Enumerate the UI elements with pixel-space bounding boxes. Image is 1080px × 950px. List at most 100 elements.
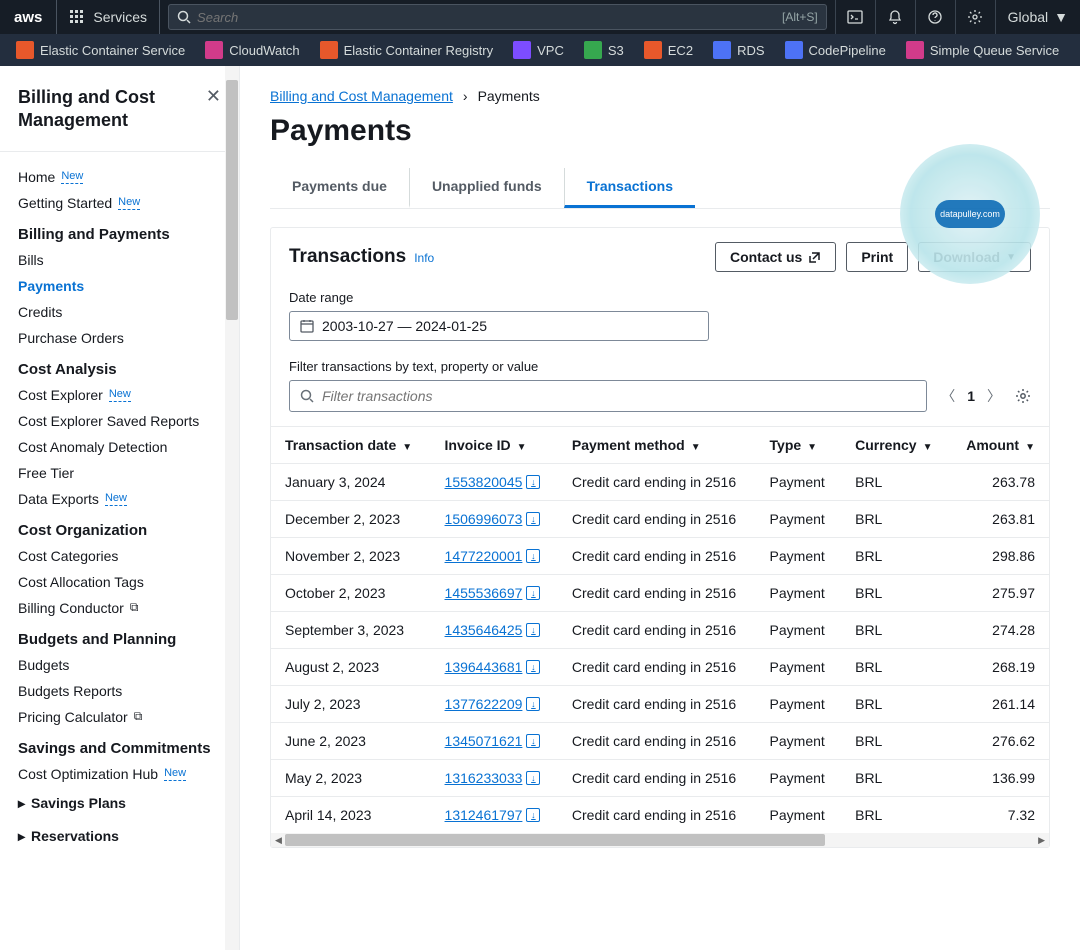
services-menu[interactable]: Services bbox=[57, 0, 160, 34]
sidebar-item[interactable]: Budgets bbox=[0, 652, 239, 678]
column-header[interactable]: Transaction date▼ bbox=[271, 427, 431, 464]
cell-type: Payment bbox=[756, 464, 842, 501]
favorite-service[interactable]: EC2 bbox=[634, 34, 703, 66]
settings-icon[interactable] bbox=[955, 0, 995, 34]
sidebar-item[interactable]: Billing Conductor ⧉ bbox=[0, 595, 239, 621]
sidebar-item[interactable]: Home New bbox=[0, 164, 239, 190]
scrollbar[interactable] bbox=[225, 66, 239, 950]
favorite-service[interactable]: VPC bbox=[503, 34, 574, 66]
sidebar-item[interactable]: Cost Allocation Tags bbox=[0, 569, 239, 595]
download-icon: ↓ bbox=[526, 808, 540, 822]
global-search[interactable]: [Alt+S] bbox=[168, 4, 827, 30]
tab[interactable]: Unapplied funds bbox=[409, 168, 564, 208]
sidebar-item[interactable]: Getting Started New bbox=[0, 190, 239, 216]
invoice-link[interactable]: 1506996073 ↓ bbox=[445, 511, 541, 527]
info-link[interactable]: Info bbox=[414, 251, 434, 265]
invoice-link[interactable]: 1435646425 ↓ bbox=[445, 622, 541, 638]
service-label: CodePipeline bbox=[809, 43, 886, 58]
cell-invoice: 1316233033 ↓ bbox=[431, 760, 558, 797]
sidebar-item[interactable]: Cost Explorer Saved Reports bbox=[0, 408, 239, 434]
sidebar-item[interactable]: Cost Optimization Hub New bbox=[0, 761, 239, 787]
tab[interactable]: Payments due bbox=[270, 168, 409, 208]
invoice-link[interactable]: 1345071621 ↓ bbox=[445, 733, 541, 749]
table-row: May 2, 2023 1316233033 ↓ Credit card end… bbox=[271, 760, 1049, 797]
column-header[interactable]: Payment method▼ bbox=[558, 427, 756, 464]
service-icon bbox=[320, 41, 338, 59]
favorite-service[interactable]: Elastic Container Service bbox=[6, 34, 195, 66]
prev-page-icon[interactable]: 〈 bbox=[941, 386, 955, 406]
service-label: RDS bbox=[737, 43, 764, 58]
favorite-service[interactable]: Elastic Container Registry bbox=[310, 34, 504, 66]
tab-bar: Payments dueUnapplied fundsTransactions bbox=[270, 168, 1050, 209]
sidebar-item[interactable]: Credits bbox=[0, 299, 239, 325]
next-page-icon[interactable]: 〉 bbox=[987, 386, 1001, 406]
column-header[interactable]: Type▼ bbox=[756, 427, 842, 464]
region-selector[interactable]: Global ▼ bbox=[995, 0, 1080, 34]
column-header[interactable]: Currency▼ bbox=[841, 427, 949, 464]
sidebar-item[interactable]: Payments bbox=[0, 273, 239, 299]
cell-type: Payment bbox=[756, 649, 842, 686]
aws-logo[interactable]: aws bbox=[0, 0, 57, 34]
invoice-link[interactable]: 1377622209 ↓ bbox=[445, 696, 541, 712]
sidebar-item-label: Budgets bbox=[18, 657, 69, 673]
sidebar-item[interactable]: Pricing Calculator ⧉ bbox=[0, 704, 239, 730]
invoice-link[interactable]: 1312461797 ↓ bbox=[445, 807, 541, 823]
print-button[interactable]: Print bbox=[846, 242, 908, 272]
sidebar-item[interactable]: Budgets Reports bbox=[0, 678, 239, 704]
sidebar-item-label: Budgets Reports bbox=[18, 683, 122, 699]
service-label: VPC bbox=[537, 43, 564, 58]
sidebar-item-label: Purchase Orders bbox=[18, 330, 124, 346]
date-range-input[interactable]: 2003-10-27 — 2024-01-25 bbox=[289, 311, 709, 341]
sidebar-item-label: Data Exports bbox=[18, 491, 99, 507]
contact-us-button[interactable]: Contact us bbox=[715, 242, 836, 272]
sidebar-expandable[interactable]: ▸Savings Plans bbox=[0, 787, 239, 820]
invoice-link[interactable]: 1316233033 ↓ bbox=[445, 770, 541, 786]
invoice-link[interactable]: 1477220001 ↓ bbox=[445, 548, 541, 564]
search-input[interactable] bbox=[191, 10, 782, 25]
tab[interactable]: Transactions bbox=[564, 168, 695, 208]
table-row: April 14, 2023 1312461797 ↓ Credit card … bbox=[271, 797, 1049, 834]
favorite-service[interactable]: CodePipeline bbox=[775, 34, 896, 66]
filter-input-wrapper[interactable] bbox=[289, 380, 927, 412]
sidebar-item-label: Cost Explorer Saved Reports bbox=[18, 413, 199, 429]
notifications-icon[interactable] bbox=[875, 0, 915, 34]
sidebar-item[interactable]: Free Tier bbox=[0, 460, 239, 486]
sidebar-item[interactable]: Cost Explorer New bbox=[0, 382, 239, 408]
cell-amount: 263.78 bbox=[949, 464, 1049, 501]
favorite-service[interactable]: S3 bbox=[574, 34, 634, 66]
search-icon bbox=[300, 389, 314, 403]
table-settings-icon[interactable] bbox=[1015, 388, 1031, 404]
download-icon: ↓ bbox=[526, 512, 540, 526]
sidebar-item[interactable]: Purchase Orders bbox=[0, 325, 239, 351]
caret-right-icon: ▸ bbox=[18, 795, 25, 812]
cell-method: Credit card ending in 2516 bbox=[558, 686, 756, 723]
sidebar-expandable[interactable]: ▸Reservations bbox=[0, 820, 239, 853]
invoice-link[interactable]: 1455536697 ↓ bbox=[445, 585, 541, 601]
cell-type: Payment bbox=[756, 760, 842, 797]
sidebar-item[interactable]: Data Exports New bbox=[0, 486, 239, 512]
favorite-service[interactable]: CloudWatch bbox=[195, 34, 309, 66]
cell-currency: BRL bbox=[841, 760, 949, 797]
sidebar-item[interactable]: Bills bbox=[0, 247, 239, 273]
download-button[interactable]: Download ▼ bbox=[918, 242, 1031, 272]
column-header[interactable]: Invoice ID▼ bbox=[431, 427, 558, 464]
page-title: Payments bbox=[240, 108, 1080, 168]
breadcrumb-current: Payments bbox=[478, 88, 540, 104]
sidebar-item[interactable]: Cost Anomaly Detection bbox=[0, 434, 239, 460]
service-icon bbox=[785, 41, 803, 59]
table-row: June 2, 2023 1345071621 ↓ Credit card en… bbox=[271, 723, 1049, 760]
cell-type: Payment bbox=[756, 538, 842, 575]
invoice-link[interactable]: 1396443681 ↓ bbox=[445, 659, 541, 675]
invoice-link[interactable]: 1553820045 ↓ bbox=[445, 474, 541, 490]
help-icon[interactable] bbox=[915, 0, 955, 34]
breadcrumb-root[interactable]: Billing and Cost Management bbox=[270, 88, 453, 104]
filter-input[interactable] bbox=[322, 388, 916, 404]
horizontal-scrollbar[interactable]: ◀▶ bbox=[271, 833, 1049, 847]
favorite-service[interactable]: Simple Queue Service bbox=[896, 34, 1069, 66]
sidebar-item[interactable]: Cost Categories bbox=[0, 543, 239, 569]
cloudshell-icon[interactable] bbox=[835, 0, 875, 34]
sort-icon: ▼ bbox=[691, 442, 701, 453]
column-header[interactable]: Amount▼ bbox=[949, 427, 1049, 464]
close-icon[interactable]: ✕ bbox=[206, 86, 221, 107]
favorite-service[interactable]: RDS bbox=[703, 34, 774, 66]
